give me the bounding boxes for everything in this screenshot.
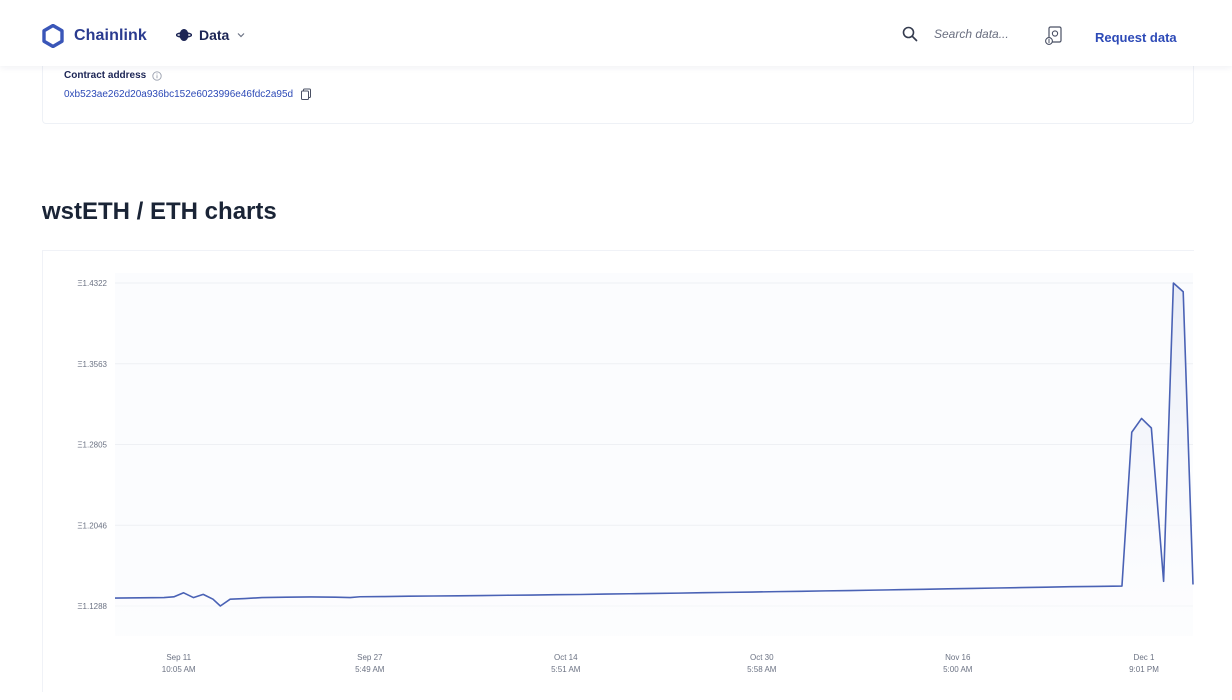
contract-address-heading: Contract address bbox=[64, 70, 162, 81]
y-tick-label: Ξ1.2805 bbox=[77, 441, 107, 450]
info-icon[interactable] bbox=[152, 70, 162, 81]
x-tick-date: Oct 30 bbox=[750, 653, 774, 662]
chainlink-logo-link[interactable]: Chainlink bbox=[42, 24, 147, 48]
x-tick-time: 5:51 AM bbox=[551, 665, 581, 674]
data-menu-label: Data bbox=[199, 27, 230, 43]
x-tick-date: Oct 14 bbox=[554, 653, 578, 662]
search-input[interactable] bbox=[934, 27, 1030, 41]
x-tick-date: Sep 27 bbox=[357, 653, 383, 662]
x-tick-time: 10:05 AM bbox=[162, 665, 196, 674]
search-bar bbox=[902, 26, 1030, 42]
data-feeds-document-icon[interactable] bbox=[1042, 25, 1064, 47]
page-title: wstETH / ETH charts bbox=[42, 198, 277, 225]
contract-address-link[interactable]: 0xb523ae262d20a936bc152e6023996e46fdc2a9… bbox=[64, 89, 293, 100]
y-tick-label: Ξ1.2046 bbox=[77, 521, 107, 530]
x-tick-date: Nov 16 bbox=[945, 653, 971, 662]
plot-background bbox=[115, 273, 1193, 636]
x-tick-time: 5:00 AM bbox=[943, 665, 973, 674]
x-tick-date: Dec 1 bbox=[1134, 653, 1155, 662]
data-menu-dropdown[interactable]: Data bbox=[176, 27, 246, 43]
top-navigation-bar: Chainlink Data Request data bbox=[0, 0, 1232, 66]
y-tick-label: Ξ1.1288 bbox=[77, 602, 107, 611]
contract-address-label: Contract address bbox=[64, 70, 147, 81]
price-chart-svg: Ξ1.4322 Ξ1.3563 Ξ1.2805 Ξ1.2046 Ξ1.1288 Sep 1… bbox=[77, 273, 1194, 674]
brand-name: Chainlink bbox=[74, 27, 147, 44]
x-tick-time: 5:49 AM bbox=[355, 665, 385, 674]
search-icon[interactable] bbox=[902, 26, 918, 42]
chainlink-hexagon-icon bbox=[42, 24, 64, 48]
y-tick-label: Ξ1.3563 bbox=[77, 360, 107, 369]
request-data-link[interactable]: Request data bbox=[1095, 30, 1177, 45]
y-tick-label: Ξ1.4322 bbox=[77, 279, 107, 288]
x-tick-date: Sep 11 bbox=[166, 653, 191, 662]
x-tick-time: 9:01 PM bbox=[1129, 665, 1159, 674]
data-feed-icon bbox=[176, 29, 192, 41]
x-tick-time: 5:58 AM bbox=[747, 665, 777, 674]
price-chart: Ξ1.4322 Ξ1.3563 Ξ1.2805 Ξ1.2046 Ξ1.1288 Sep 1… bbox=[42, 250, 1194, 692]
copy-icon[interactable] bbox=[300, 88, 312, 100]
chevron-down-icon bbox=[237, 33, 245, 38]
contract-address-row: 0xb523ae262d20a936bc152e6023996e46fdc2a9… bbox=[64, 88, 312, 100]
